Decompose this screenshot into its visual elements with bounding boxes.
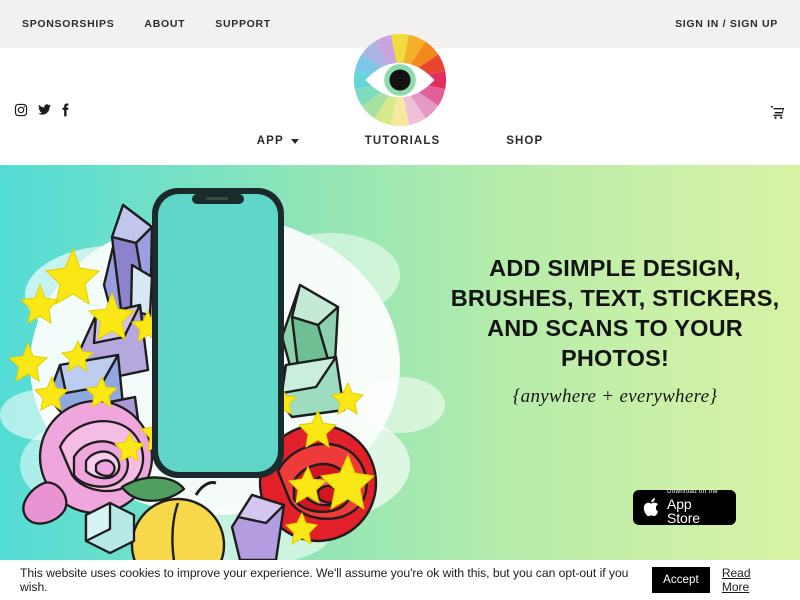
cookie-accept-button[interactable]: Accept: [652, 567, 710, 593]
app-store-big-label: App Store: [667, 495, 700, 527]
social-links: [14, 103, 70, 117]
rainbow-eye-logo[interactable]: [352, 32, 448, 128]
topbar-link-support[interactable]: SUPPORT: [215, 18, 271, 30]
nav-item-tutorials-label: TUTORIALS: [364, 135, 441, 147]
facebook-icon[interactable]: [61, 103, 70, 117]
twitter-icon[interactable]: [37, 103, 52, 117]
nav-item-shop-label: SHOP: [506, 135, 544, 147]
top-utility-account: SIGN IN / SIGN UP: [675, 18, 800, 30]
nav-item-tutorials[interactable]: TUTORIALS: [332, 135, 474, 147]
top-utility-links: SPONSORSHIPS ABOUT SUPPORT: [0, 18, 271, 30]
nav-item-shop[interactable]: SHOP: [473, 135, 576, 147]
nav-item-app[interactable]: APP: [224, 135, 332, 147]
chevron-down-icon: [290, 138, 299, 144]
app-store-download-button[interactable]: Download on the App Store: [633, 489, 736, 526]
instagram-icon[interactable]: [14, 103, 28, 117]
hero-subheadline: {anywhere + everywhere}: [512, 386, 718, 408]
cookie-message: This website uses cookies to improve you…: [20, 566, 629, 594]
cookie-consent-banner: This website uses cookies to improve you…: [0, 560, 800, 600]
nav-item-app-label: APP: [256, 135, 284, 147]
app-store-labels: Download on the App Store: [667, 489, 726, 526]
hero-copy: ADD SIMPLE DESIGN, BRUSHES, TEXT, STICKE…: [450, 253, 780, 408]
topbar-link-about[interactable]: ABOUT: [144, 18, 185, 30]
hero-banner: ADD SIMPLE DESIGN, BRUSHES, TEXT, STICKE…: [0, 165, 800, 560]
app-store-small-label: Download on the: [667, 488, 718, 496]
apple-logo-icon: [643, 497, 661, 518]
hero-headline: ADD SIMPLE DESIGN, BRUSHES, TEXT, STICKE…: [450, 255, 780, 372]
sign-in-sign-up-link[interactable]: SIGN IN / SIGN UP: [675, 18, 778, 30]
topbar-link-sponsorships[interactable]: SPONSORSHIPS: [22, 18, 114, 30]
cookie-read-more-link[interactable]: Read More: [722, 566, 780, 594]
main-navigation: APP TUTORIALS SHOP: [0, 118, 800, 164]
phone-with-crystals-flowers-stars-illustration: [0, 165, 470, 560]
